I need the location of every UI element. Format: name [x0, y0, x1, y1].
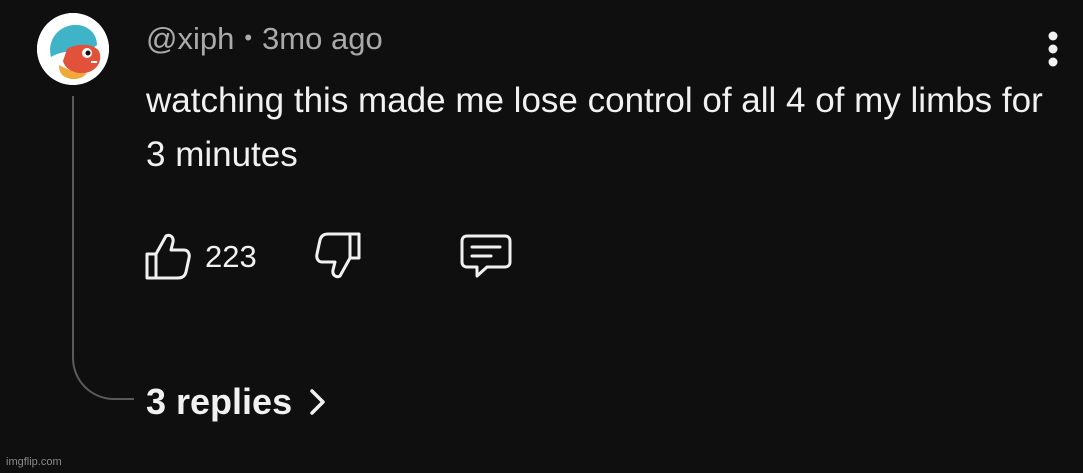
chevron-right-icon [310, 389, 325, 415]
more-options-button[interactable] [1040, 30, 1066, 70]
avatar-image [37, 13, 109, 85]
dislike-button[interactable] [314, 228, 362, 284]
replies-label: 3 replies [146, 381, 293, 422]
thumbs-down-icon [315, 232, 361, 279]
comment-timestamp[interactable]: 3mo ago [262, 21, 383, 56]
thumbs-up-icon [145, 233, 191, 280]
reply-button[interactable] [457, 228, 515, 284]
watermark: imgflip.com [6, 456, 62, 468]
meta-separator: • [244, 25, 253, 50]
like-button[interactable] [144, 228, 192, 284]
reply-comment-icon [460, 234, 512, 278]
more-vert-icon [1048, 31, 1058, 67]
thread-connector-line [72, 96, 134, 400]
author-handle[interactable]: @xiph [146, 21, 234, 56]
comment-meta: @xiph • 3mo ago [146, 18, 383, 59]
comment-text: watching this made me lose control of al… [146, 81, 1043, 174]
like-count: 223 [205, 239, 257, 274]
avatar[interactable] [37, 13, 109, 85]
view-replies-button[interactable]: 3 replies [146, 378, 328, 426]
